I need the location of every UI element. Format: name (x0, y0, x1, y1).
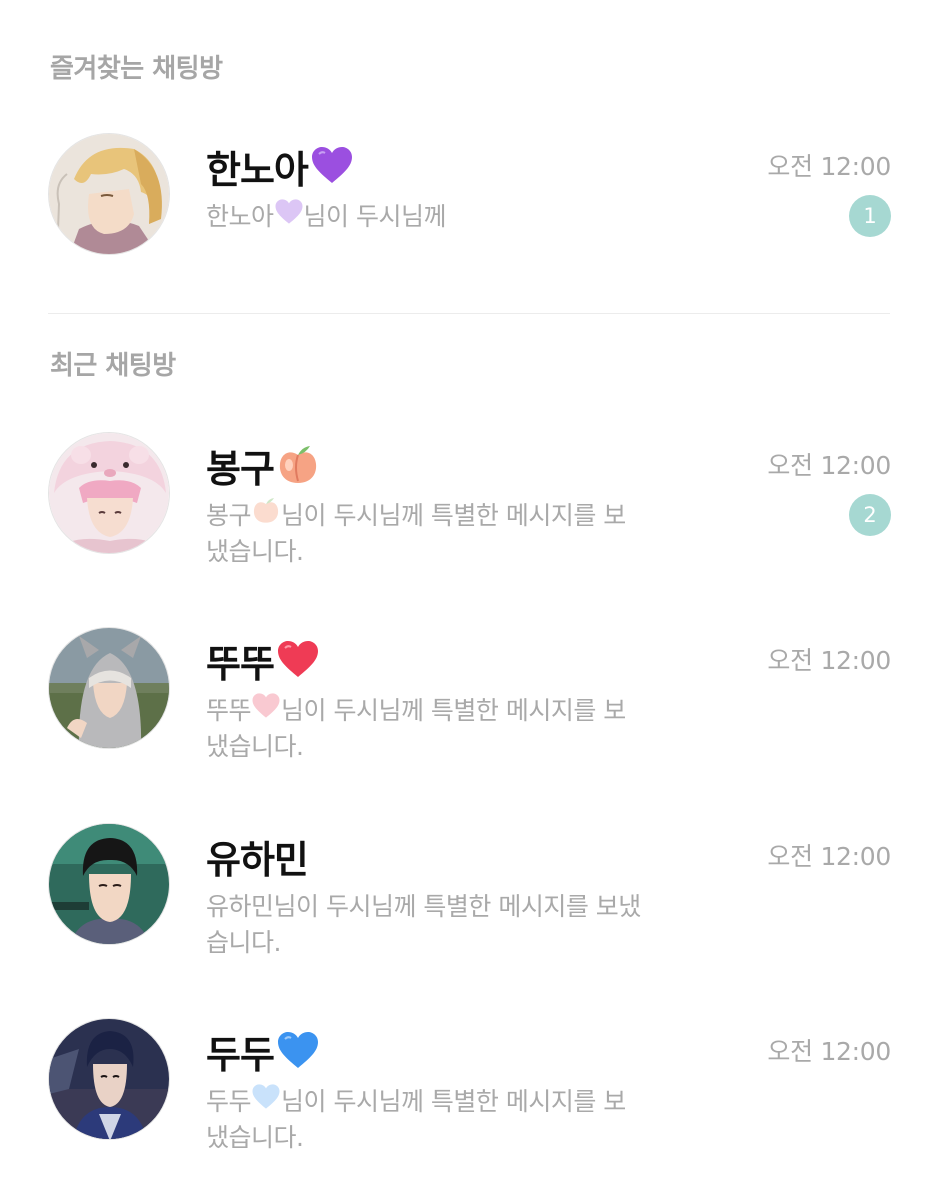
room-name: 뚜뚜 (206, 639, 320, 689)
purple-heart-icon (274, 198, 304, 235)
timestamp: 오전 12:00 (767, 451, 891, 480)
room-name: 유하민 (206, 838, 309, 882)
avatar (48, 1018, 170, 1140)
chat-room-item-bonggu[interactable]: 봉구 봉구 님이 두시님께 특별한 메시지를 보냈습니다. 오전 12:00 2 (0, 432, 939, 602)
message-preview: 한노아 님이 두시님께 (206, 198, 646, 235)
blue-heart-icon (276, 1030, 320, 1080)
message-preview: 뚜뚜 님이 두시님께 특별한 메시지를 보냈습니다. (206, 692, 646, 765)
message-preview: 봉구 님이 두시님께 특별한 메시지를 보냈습니다. (206, 498, 646, 570)
avatar (48, 627, 170, 749)
chat-room-item-yuhamin[interactable]: 유하민 유하민님이 두시님께 특별한 메시지를 보냈습니다. 오전 12:00 (0, 823, 939, 993)
message-preview: 두두 님이 두시님께 특별한 메시지를 보냈습니다. (206, 1083, 646, 1156)
chat-room-item-ttuttu[interactable]: 뚜뚜 뚜뚜 님이 두시님께 특별한 메시지를 보냈습니다. 오전 12:00 (0, 627, 939, 797)
section-divider (48, 313, 890, 314)
avatar (48, 823, 170, 945)
purple-heart-icon (310, 145, 354, 195)
red-heart-icon (251, 692, 281, 729)
timestamp: 오전 12:00 (767, 152, 891, 181)
avatar (48, 133, 170, 255)
timestamp: 오전 12:00 (767, 842, 891, 871)
chat-room-item-hannoa[interactable]: 한노아 한노아 님이 두시님께 오전 12:00 1 (0, 133, 939, 303)
peach-icon (251, 496, 281, 534)
timestamp: 오전 12:00 (767, 646, 891, 675)
unread-badge: 1 (849, 195, 891, 237)
message-preview: 유하민님이 두시님께 특별한 메시지를 보냈습니다. (206, 892, 641, 957)
peach-icon (276, 443, 320, 495)
favorites-section-title: 즐겨찾는 채팅방 (50, 54, 223, 84)
unread-badge: 2 (849, 494, 891, 536)
recent-section-title: 최근 채팅방 (50, 351, 176, 381)
room-name: 한노아 (206, 145, 354, 195)
room-name: 봉구 (206, 443, 320, 495)
blue-heart-icon (251, 1083, 281, 1120)
room-name: 두두 (206, 1030, 320, 1080)
avatar (48, 432, 170, 554)
chat-room-item-dudu[interactable]: 두두 두두 님이 두시님께 특별한 메시지를 보냈습니다. 오전 12:00 (0, 1018, 939, 1188)
timestamp: 오전 12:00 (767, 1037, 891, 1066)
red-heart-icon (276, 639, 320, 689)
